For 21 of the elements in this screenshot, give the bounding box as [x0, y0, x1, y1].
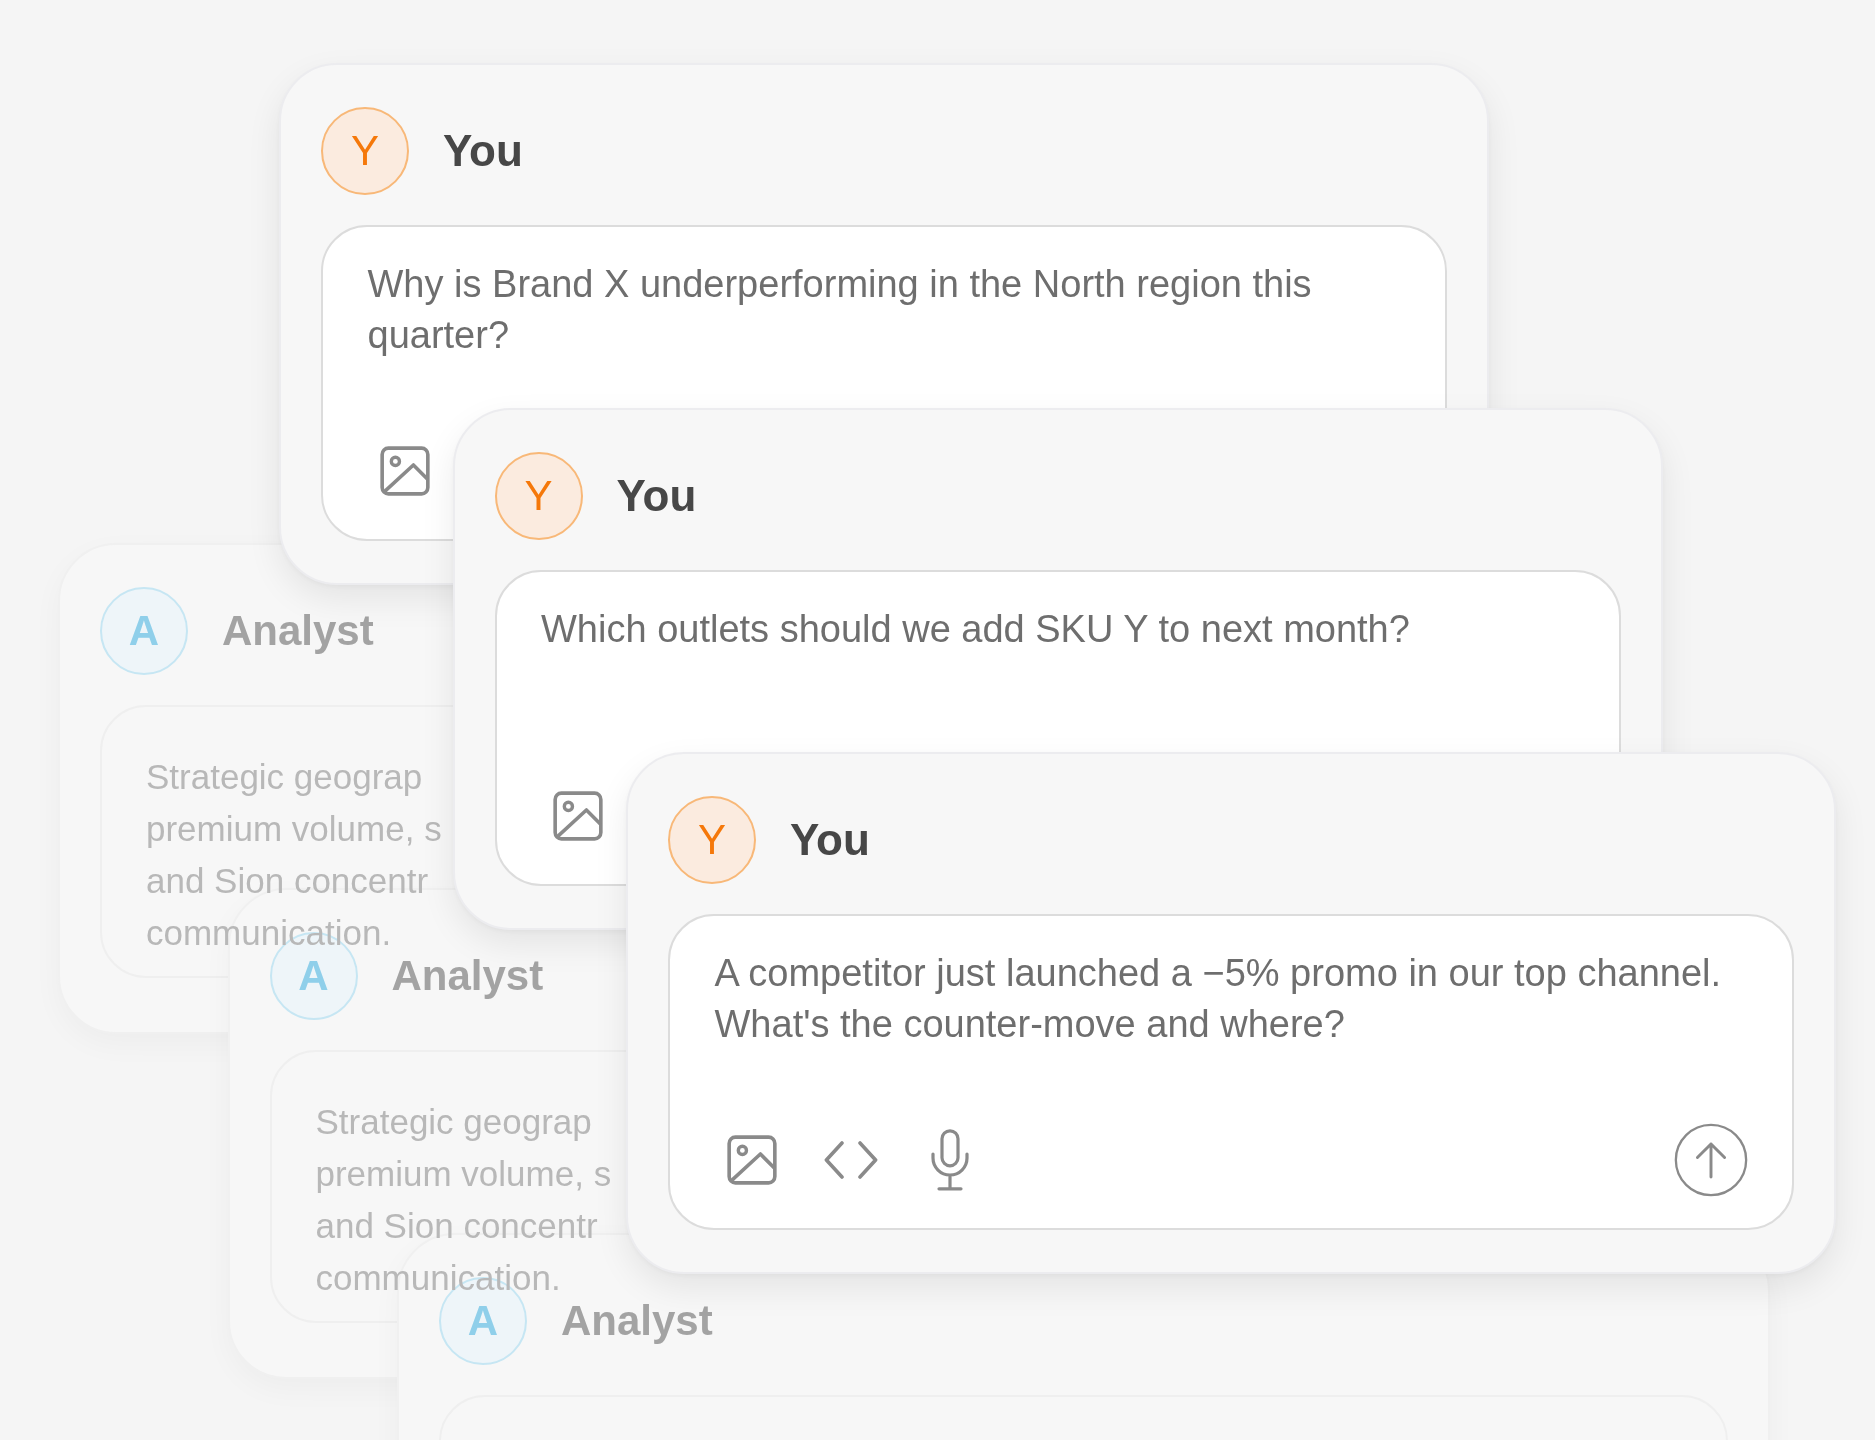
sender-name: You: [790, 815, 870, 865]
message-text: Strategic geograp premium volume, s and Sion concentr communication.: [146, 756, 442, 954]
sender-name: Analyst: [561, 1297, 713, 1345]
sender-name: You: [443, 126, 523, 176]
message-input[interactable]: Which outlets should we add SKU Y to next month?: [541, 603, 1410, 655]
up-arrow-circle-icon[interactable]: [1674, 1123, 1748, 1197]
sender-name: Analyst: [222, 607, 374, 655]
sender-name: You: [616, 470, 697, 521]
avatar: Y: [321, 107, 409, 195]
image-icon[interactable]: [553, 790, 603, 841]
image-icon[interactable]: [379, 446, 430, 496]
sender-name: Analyst: [391, 952, 544, 1000]
angle-brackets-icon[interactable]: [823, 1140, 878, 1180]
message-input[interactable]: A competitor just launched a −5% promo in our top channel. What's the counter-move and where?: [714, 948, 1745, 1050]
message-input[interactable]: Why is Brand X underperforming in the North region this quarter?: [367, 259, 1398, 361]
avatar: Y: [494, 451, 583, 540]
avatar: A: [100, 587, 188, 675]
message-text: Strategic geograp premium volume, s and Sion concentr communication.: [315, 1101, 612, 1299]
avatar: Y: [668, 796, 756, 884]
image-icon[interactable]: [726, 1135, 777, 1185]
microphone-icon[interactable]: [929, 1129, 970, 1191]
